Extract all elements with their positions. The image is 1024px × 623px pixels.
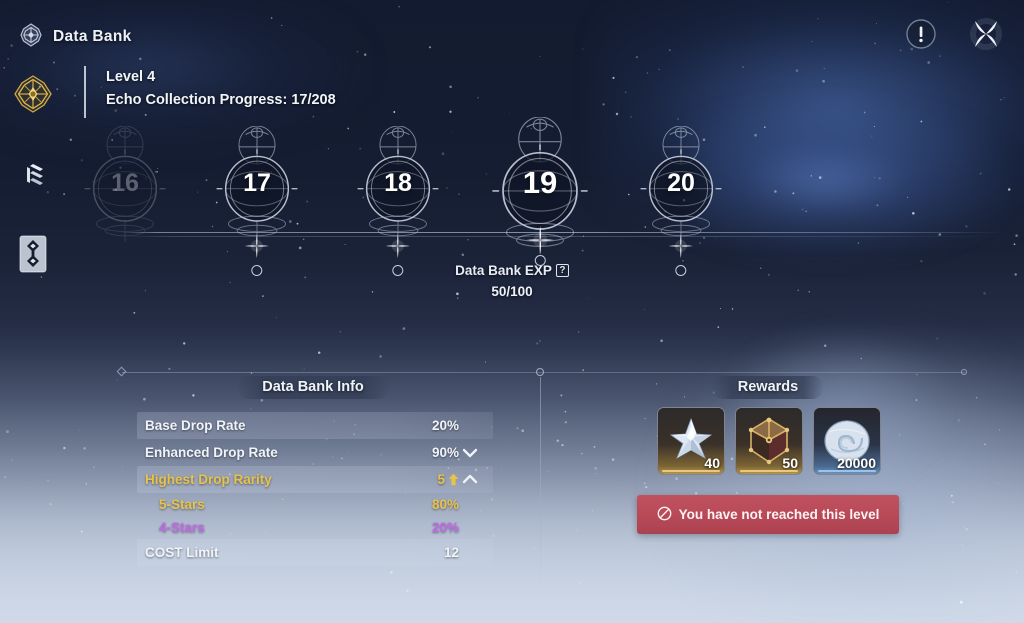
info-row-label: Base Drop Rate [145,418,246,433]
section-title-data-bank-info: Data Bank Info [236,376,390,399]
reward-rarity-bar [818,470,876,472]
info-row-value: 90% [431,445,459,460]
info-subrow: 4-Stars 20% [137,516,493,539]
panel-vertical-divider [539,377,541,589]
info-row[interactable]: Enhanced Drop Rate 90% [137,439,493,466]
rewards-panel: 40 50 20000 [657,407,881,475]
data-bank-screen: Data Bank Level 4 Echo Collection Progre… [0,0,1024,623]
info-row-label: COST Limit [145,545,219,560]
timeline-node-marker[interactable] [675,265,687,276]
timeline-node-18[interactable]: 18 [345,125,451,276]
timeline-node-spark-icon [668,233,694,264]
chevron-up-icon[interactable] [459,472,481,487]
info-row-value: 20% [431,520,459,535]
data-bank-emblem-icon [18,22,44,53]
timeline-node-spark-icon [244,233,270,264]
divider-circle-endpoint-icon [961,368,967,375]
data-bank-info-table: Base Drop Rate 20% Enhanced Drop Rate 90% H… [137,412,493,566]
timeline-node-17[interactable]: 17 [204,125,310,276]
level-timeline: 16 17 18 19 20 [0,110,1024,276]
info-row-label: Highest Drop Rarity [145,472,272,487]
timeline-node-marker[interactable] [251,265,263,276]
page-title: Data Bank [53,28,132,45]
divider-circle-mid-icon [536,368,544,376]
timeline-node-ghost-label: 16 [111,169,139,197]
info-row-value: 12 [443,545,459,560]
timeline-node-ghost: 16 [72,125,178,255]
timeline-node-label: 19 [522,165,558,200]
chevron-down-icon[interactable] [459,445,481,460]
timeline-node-20[interactable]: 20 [628,125,734,276]
info-row-value: 20% [431,418,459,433]
window-title-bar: Data Bank [18,22,132,52]
reward-rarity-bar [662,470,720,472]
close-starburst-icon[interactable] [966,14,1006,54]
rewards-list: 40 50 20000 [657,407,881,475]
reward-item[interactable]: 40 [657,407,725,475]
timeline-node-marker[interactable] [534,255,546,266]
info-row-label: 4-Stars [159,520,205,535]
info-row-value: 80% [431,497,459,512]
info-row[interactable]: Highest Drop Rarity 5 [137,466,493,493]
window-controls [904,14,1006,54]
reward-count: 50 [782,455,798,471]
section-title-rewards: Rewards [711,376,825,399]
up-arrow-icon [448,472,459,487]
reward-item[interactable]: 50 [735,407,803,475]
timeline-node-19[interactable]: 19 [477,116,602,268]
reward-rarity-bar [740,470,798,472]
no-entry-icon [657,506,672,524]
reward-item[interactable]: 20000 [813,407,881,475]
info-row: Base Drop Rate 20% [137,412,493,439]
exclamation-circle-icon[interactable] [904,17,938,51]
notice-text: You have not reached this level [678,507,880,522]
timeline-node-label: 17 [243,169,271,197]
info-row: COST Limit 12 [137,539,493,566]
reward-count: 40 [704,455,720,471]
info-row-label: 5-Stars [159,497,205,512]
timeline-node-label: 20 [667,169,695,197]
echo-progress-label: Echo Collection Progress: 17/208 [106,92,336,108]
info-subrow: 5-Stars 80% [137,493,493,516]
reward-count: 20000 [837,455,876,471]
info-row-value: 5 [437,472,445,487]
level-label: Level 4 [106,69,156,85]
timeline-node-label: 18 [384,169,412,197]
level-locked-notice: You have not reached this level [637,495,899,534]
timeline-node-marker[interactable] [392,265,404,276]
info-row-label: Enhanced Drop Rate [145,445,278,460]
timeline-node-spark-icon [385,233,411,264]
